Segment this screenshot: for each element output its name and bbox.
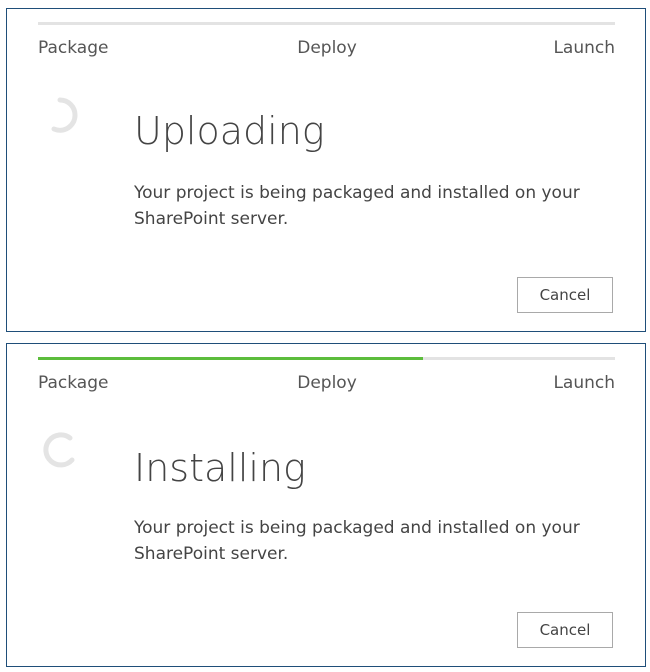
deploy-dialog-uploading: Package Deploy Launch Uploading Your pro… <box>6 8 646 332</box>
loading-spinner-icon <box>51 97 78 133</box>
status-title: Installing <box>134 446 306 490</box>
status-title: Uploading <box>134 109 325 153</box>
step-deploy: Deploy <box>297 373 357 393</box>
loading-spinner-icon <box>43 432 75 468</box>
progress-bar-fill <box>38 357 423 360</box>
deploy-dialog-installing: Package Deploy Launch Installing Your pr… <box>6 343 646 667</box>
cancel-button[interactable]: Cancel <box>517 612 613 648</box>
status-message: Your project is being packaged and insta… <box>134 518 580 564</box>
step-deploy: Deploy <box>297 38 357 58</box>
step-launch: Launch <box>553 373 615 393</box>
progress-bar <box>38 357 615 360</box>
progress-bar <box>38 22 615 25</box>
status-message: Your project is being packaged and insta… <box>134 183 580 229</box>
cancel-button[interactable]: Cancel <box>517 277 613 313</box>
step-launch: Launch <box>553 38 615 58</box>
